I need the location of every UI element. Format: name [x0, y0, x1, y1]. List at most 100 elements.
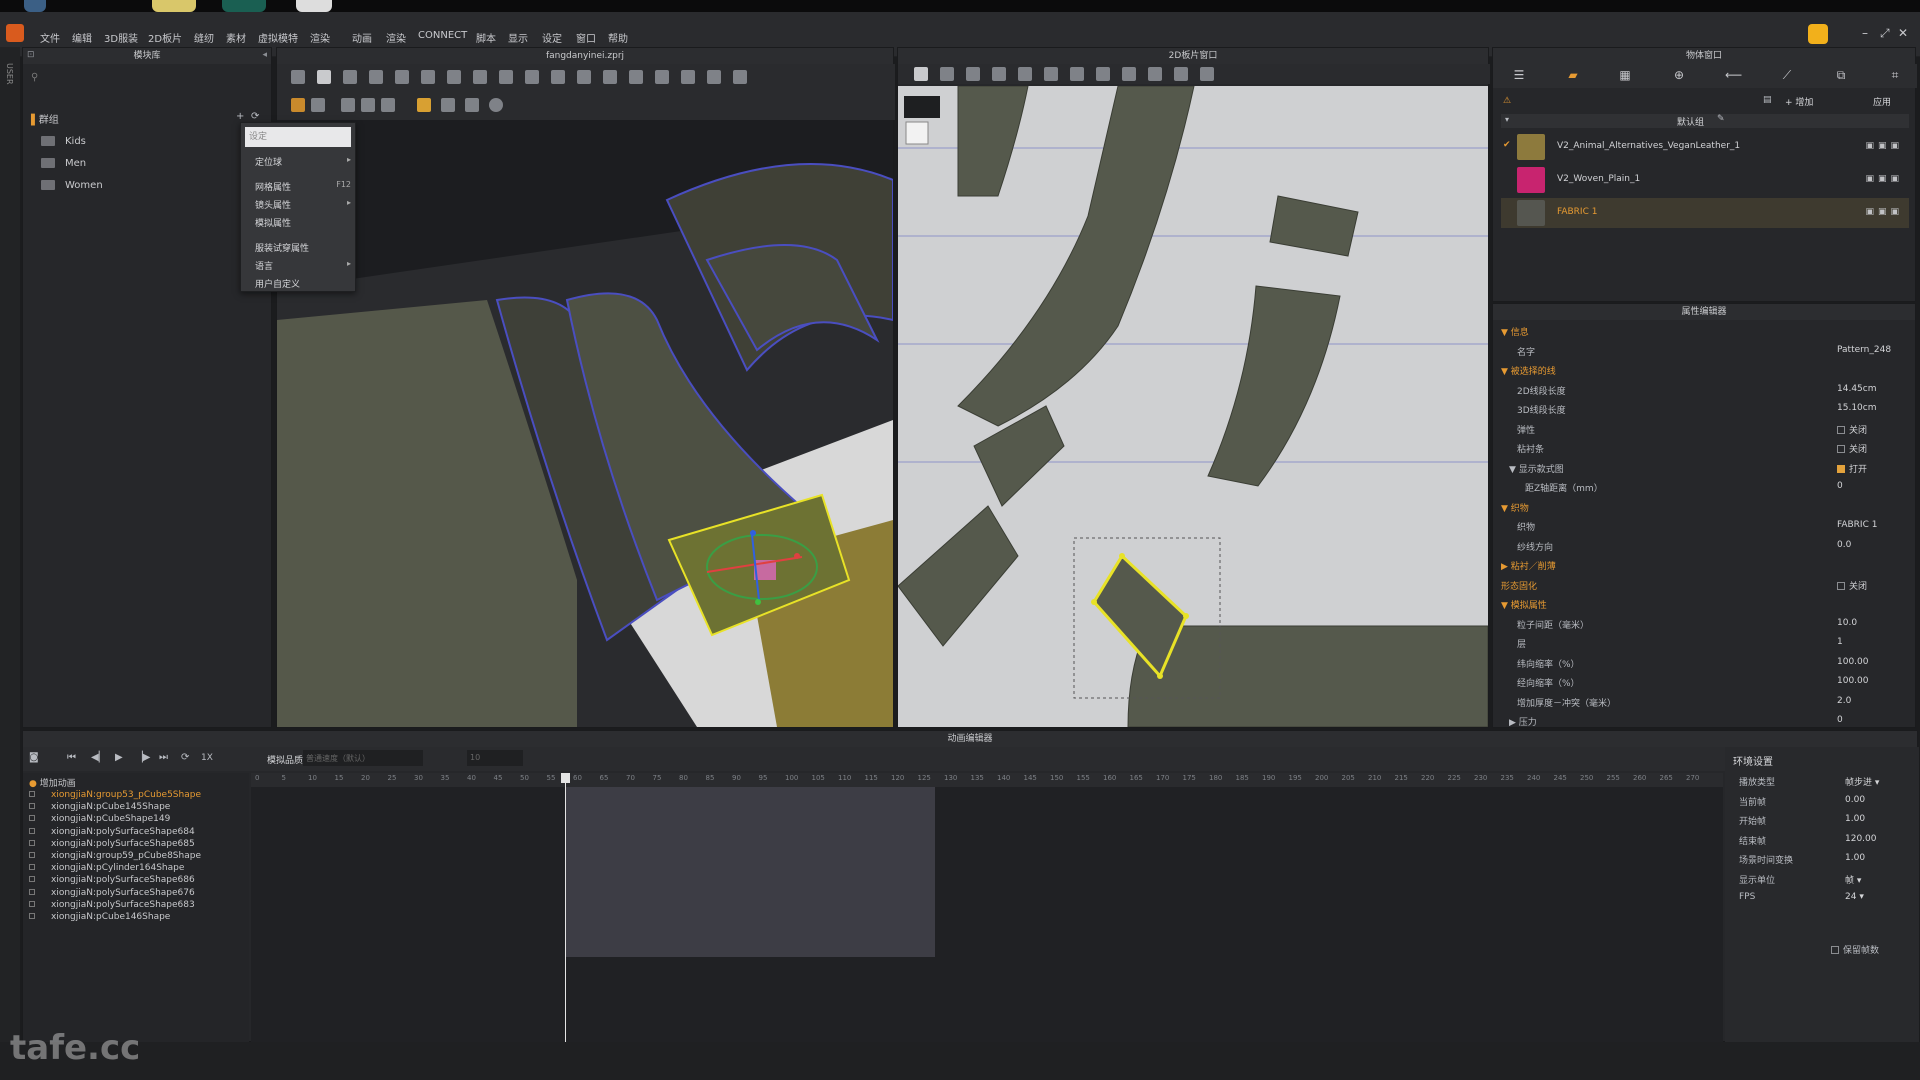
menu-display[interactable]: 显示: [508, 30, 528, 45]
context-menu-item[interactable]: 定位球 ▸: [255, 155, 351, 168]
keep-frames-checkbox[interactable]: 保留帧数: [1831, 943, 1879, 956]
refresh-icon[interactable]: ⟳: [251, 111, 259, 122]
list-icon[interactable]: ☰: [1511, 68, 1527, 84]
visibility-icon[interactable]: [29, 839, 35, 846]
property-row[interactable]: 3D线段长度 15.10cm: [1493, 400, 1913, 418]
collapse-icon[interactable]: ▾: [1505, 115, 1509, 124]
checkbox-icon[interactable]: [1837, 445, 1845, 453]
playhead[interactable]: [565, 773, 566, 1043]
tool-icon[interactable]: [992, 67, 1006, 81]
context-menu-item[interactable]: 用户自定义: [255, 277, 351, 290]
line-tab-icon[interactable]: ⟋: [1779, 68, 1795, 84]
tool-icon[interactable]: [1096, 67, 1110, 81]
folder-men[interactable]: Men: [41, 158, 86, 169]
tool-icon[interactable]: [603, 70, 617, 84]
tool-icon[interactable]: [1044, 67, 1058, 81]
connect-icon[interactable]: [1808, 24, 1828, 44]
folder-icon[interactable]: ▤: [1763, 95, 1772, 105]
tool-icon[interactable]: [1174, 67, 1188, 81]
tool-icon[interactable]: [629, 70, 643, 84]
property-row[interactable]: 经向缩率（%） 100.00: [1493, 673, 1913, 691]
timeline-ruler[interactable]: 0 5 10 15 20 25 30 35 40 45 50 55 60 65 70 75 80 85 90 95 10…: [251, 773, 1723, 787]
track-item[interactable]: xiongjiaN:group53_pCube5Shape: [29, 790, 201, 800]
select-icon[interactable]: [291, 70, 305, 84]
tool-icon[interactable]: [1070, 67, 1084, 81]
play-icon[interactable]: ▶: [115, 752, 123, 763]
property-row[interactable]: 织物 FABRIC 1: [1493, 517, 1913, 535]
pin-icon[interactable]: ⊡: [27, 50, 35, 60]
property-row[interactable]: 增加厚度－冲突（毫米） 2.0: [1493, 693, 1913, 711]
render-icon[interactable]: [417, 98, 431, 112]
visibility-icon[interactable]: [29, 913, 35, 919]
topstitch-tab-icon[interactable]: ⟵: [1725, 68, 1742, 84]
context-menu-item[interactable]: 服装试穿属性: [255, 241, 351, 254]
menu-file[interactable]: 文件: [40, 30, 60, 45]
env-value[interactable]: 帧步进 ▾: [1845, 775, 1879, 788]
visibility-icon[interactable]: [29, 827, 35, 834]
menu-3d-garment[interactable]: 3D服装: [104, 30, 138, 45]
close-button[interactable]: ✕: [1898, 26, 1908, 40]
skip-start-icon[interactable]: ⏮: [67, 752, 76, 763]
tool-icon[interactable]: [343, 70, 357, 84]
tool-icon[interactable]: [551, 70, 565, 84]
visibility-icon[interactable]: [29, 803, 35, 810]
tool-icon[interactable]: [940, 67, 954, 81]
visibility-icon[interactable]: [29, 864, 35, 871]
tool-icon[interactable]: [447, 70, 461, 84]
property-row[interactable]: 纬向缩率（%） 100.00: [1493, 654, 1913, 672]
speed-label[interactable]: 1X: [201, 753, 213, 763]
context-menu-item[interactable]: 网格属性 F12: [255, 180, 351, 193]
env-row[interactable]: 显示单位 帧 ▾: [1739, 873, 1915, 886]
menu-connect[interactable]: CONNECT: [418, 30, 467, 41]
property-value[interactable]: 关闭: [1837, 423, 1867, 436]
visibility-icon[interactable]: [29, 888, 35, 895]
menu-help[interactable]: 帮助: [608, 30, 628, 45]
timeline[interactable]: 0 5 10 15 20 25 30 35 40 45 50 55 60 65 70 75 80 85 90 95 10…: [251, 773, 1723, 1043]
button-tab-icon[interactable]: ⊕: [1671, 68, 1687, 84]
zipper-tab-icon[interactable]: ⧉: [1833, 68, 1849, 84]
checkbox-icon[interactable]: [1837, 425, 1845, 434]
property-value[interactable]: 2.0: [1837, 696, 1851, 706]
track-item[interactable]: xiongjiaN:pCubeShape149: [29, 814, 170, 824]
track-item[interactable]: xiongjiaN:pCylinder164Shape: [29, 863, 184, 873]
texture-tab-icon[interactable]: ▦: [1617, 68, 1633, 84]
tool-icon[interactable]: [655, 70, 669, 84]
tool-icon[interactable]: [681, 70, 695, 84]
env-row[interactable]: FPS 24 ▾: [1739, 892, 1915, 902]
playhead-handle[interactable]: [561, 773, 570, 783]
edit-pattern-icon[interactable]: [914, 67, 928, 81]
fabric-tab-icon[interactable]: ▰: [1565, 68, 1581, 84]
property-value[interactable]: 100.00: [1837, 676, 1869, 686]
collapse-icon[interactable]: ◂: [262, 50, 267, 60]
tool-icon[interactable]: [707, 70, 721, 84]
step-forward-icon[interactable]: ▕▶: [135, 752, 150, 763]
tool-icon[interactable]: [733, 70, 747, 84]
track-item[interactable]: xiongjiaN:polySurfaceShape683: [29, 900, 195, 910]
property-value[interactable]: 1: [1837, 637, 1843, 647]
checkbox-icon[interactable]: [1837, 464, 1845, 473]
user-tab[interactable]: USER: [5, 63, 14, 85]
track-item[interactable]: xiongjiaN:polySurfaceShape684: [29, 827, 195, 837]
minimize-button[interactable]: –: [1862, 26, 1868, 40]
quality-select[interactable]: 普通速度（默认）: [303, 750, 423, 766]
avatar-icon[interactable]: [381, 98, 395, 112]
viewport-3d-scene[interactable]: [277, 120, 893, 727]
env-value[interactable]: 帧 ▾: [1845, 873, 1861, 886]
menu-avatar[interactable]: 虚拟模特: [258, 30, 298, 45]
property-value[interactable]: 0: [1837, 715, 1843, 725]
track-item[interactable]: xiongjiaN:pCube146Shape: [29, 912, 170, 922]
step-back-icon[interactable]: ◀▏: [91, 752, 106, 763]
visibility-icon[interactable]: [29, 791, 35, 797]
pattern-canvas[interactable]: [898, 86, 1488, 727]
property-row[interactable]: ▼ 显示款式图 打开: [1493, 459, 1913, 477]
property-value[interactable]: 0: [1837, 481, 1843, 491]
group-header-row[interactable]: ▾ 默认组 ✎: [1501, 114, 1909, 128]
menu-edit[interactable]: 编辑: [72, 30, 92, 45]
frame-stepper[interactable]: 10: [467, 750, 523, 766]
env-value[interactable]: 1.00: [1845, 853, 1865, 863]
menu-2d-pattern[interactable]: 2D板片: [148, 30, 182, 45]
property-row[interactable]: ▶ 粘衬／削薄: [1493, 556, 1913, 574]
search-icon[interactable]: ⚲: [31, 72, 261, 90]
move-icon[interactable]: [317, 70, 331, 84]
tool-icon[interactable]: [369, 70, 383, 84]
